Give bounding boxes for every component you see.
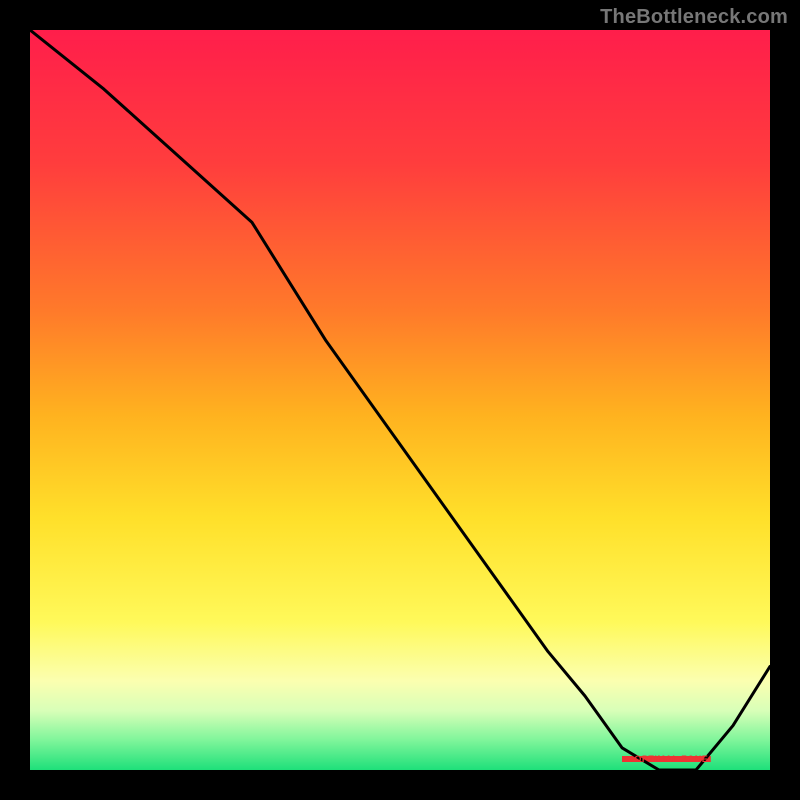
gradient-background	[30, 30, 770, 770]
plot-area: OPTIMAL ZONE	[30, 30, 770, 770]
chart-svg	[30, 30, 770, 770]
optimal-zone-label: OPTIMAL ZONE	[634, 754, 708, 764]
attribution-text: TheBottleneck.com	[600, 6, 788, 29]
chart-frame: TheBottleneck.com OPTIMAL ZONE	[0, 0, 800, 800]
